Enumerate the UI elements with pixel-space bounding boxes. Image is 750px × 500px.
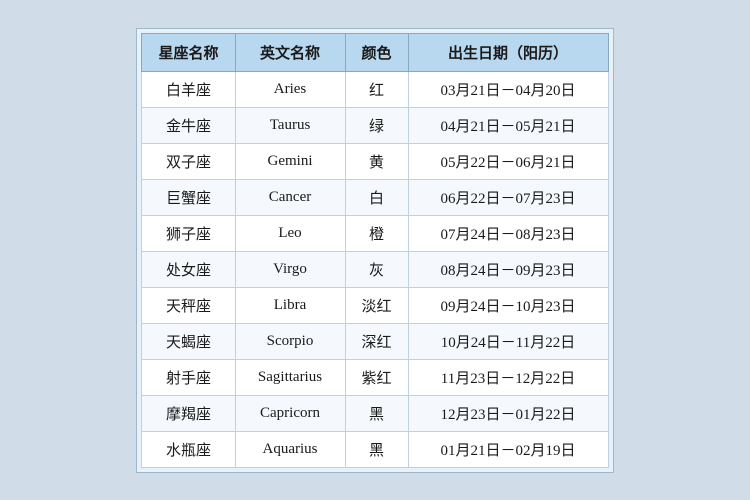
cell-date: 07月24日－08月23日 [408, 215, 608, 251]
zodiac-table: 星座名称 英文名称 颜色 出生日期（阳历） 白羊座Aries红03月21日－04… [141, 33, 608, 468]
cell-english: Aries [235, 71, 345, 107]
cell-date: 11月23日－12月22日 [408, 359, 608, 395]
table-row: 处女座Virgo灰08月24日－09月23日 [142, 251, 608, 287]
cell-english: Sagittarius [235, 359, 345, 395]
cell-english: Aquarius [235, 431, 345, 467]
cell-color: 绿 [345, 107, 408, 143]
cell-english: Capricorn [235, 395, 345, 431]
cell-color: 黑 [345, 431, 408, 467]
cell-color: 白 [345, 179, 408, 215]
cell-english: Libra [235, 287, 345, 323]
header-color: 颜色 [345, 33, 408, 71]
table-header-row: 星座名称 英文名称 颜色 出生日期（阳历） [142, 33, 608, 71]
cell-color: 黑 [345, 395, 408, 431]
zodiac-table-container: 星座名称 英文名称 颜色 出生日期（阳历） 白羊座Aries红03月21日－04… [136, 28, 613, 473]
cell-chinese: 狮子座 [142, 215, 235, 251]
cell-english: Leo [235, 215, 345, 251]
cell-date: 04月21日－05月21日 [408, 107, 608, 143]
cell-color: 黄 [345, 143, 408, 179]
cell-date: 08月24日－09月23日 [408, 251, 608, 287]
cell-english: Scorpio [235, 323, 345, 359]
header-date: 出生日期（阳历） [408, 33, 608, 71]
table-row: 水瓶座Aquarius黑01月21日－02月19日 [142, 431, 608, 467]
cell-color: 深红 [345, 323, 408, 359]
cell-english: Virgo [235, 251, 345, 287]
table-row: 金牛座Taurus绿04月21日－05月21日 [142, 107, 608, 143]
cell-color: 淡红 [345, 287, 408, 323]
cell-chinese: 处女座 [142, 251, 235, 287]
cell-date: 01月21日－02月19日 [408, 431, 608, 467]
header-chinese: 星座名称 [142, 33, 235, 71]
cell-date: 03月21日－04月20日 [408, 71, 608, 107]
table-row: 天蝎座Scorpio深红10月24日－11月22日 [142, 323, 608, 359]
cell-chinese: 摩羯座 [142, 395, 235, 431]
cell-chinese: 天秤座 [142, 287, 235, 323]
cell-chinese: 射手座 [142, 359, 235, 395]
table-row: 摩羯座Capricorn黑12月23日－01月22日 [142, 395, 608, 431]
cell-chinese: 白羊座 [142, 71, 235, 107]
cell-color: 橙 [345, 215, 408, 251]
table-row: 天秤座Libra淡红09月24日－10月23日 [142, 287, 608, 323]
table-row: 射手座Sagittarius紫红11月23日－12月22日 [142, 359, 608, 395]
header-english: 英文名称 [235, 33, 345, 71]
cell-date: 05月22日－06月21日 [408, 143, 608, 179]
cell-chinese: 天蝎座 [142, 323, 235, 359]
table-row: 白羊座Aries红03月21日－04月20日 [142, 71, 608, 107]
cell-chinese: 巨蟹座 [142, 179, 235, 215]
table-row: 巨蟹座Cancer白06月22日－07月23日 [142, 179, 608, 215]
cell-color: 红 [345, 71, 408, 107]
cell-date: 06月22日－07月23日 [408, 179, 608, 215]
cell-english: Taurus [235, 107, 345, 143]
cell-chinese: 水瓶座 [142, 431, 235, 467]
cell-chinese: 双子座 [142, 143, 235, 179]
cell-date: 10月24日－11月22日 [408, 323, 608, 359]
table-row: 双子座Gemini黄05月22日－06月21日 [142, 143, 608, 179]
cell-english: Gemini [235, 143, 345, 179]
cell-chinese: 金牛座 [142, 107, 235, 143]
cell-date: 12月23日－01月22日 [408, 395, 608, 431]
table-row: 狮子座Leo橙07月24日－08月23日 [142, 215, 608, 251]
cell-color: 灰 [345, 251, 408, 287]
table-body: 白羊座Aries红03月21日－04月20日金牛座Taurus绿04月21日－0… [142, 71, 608, 467]
cell-english: Cancer [235, 179, 345, 215]
cell-date: 09月24日－10月23日 [408, 287, 608, 323]
cell-color: 紫红 [345, 359, 408, 395]
